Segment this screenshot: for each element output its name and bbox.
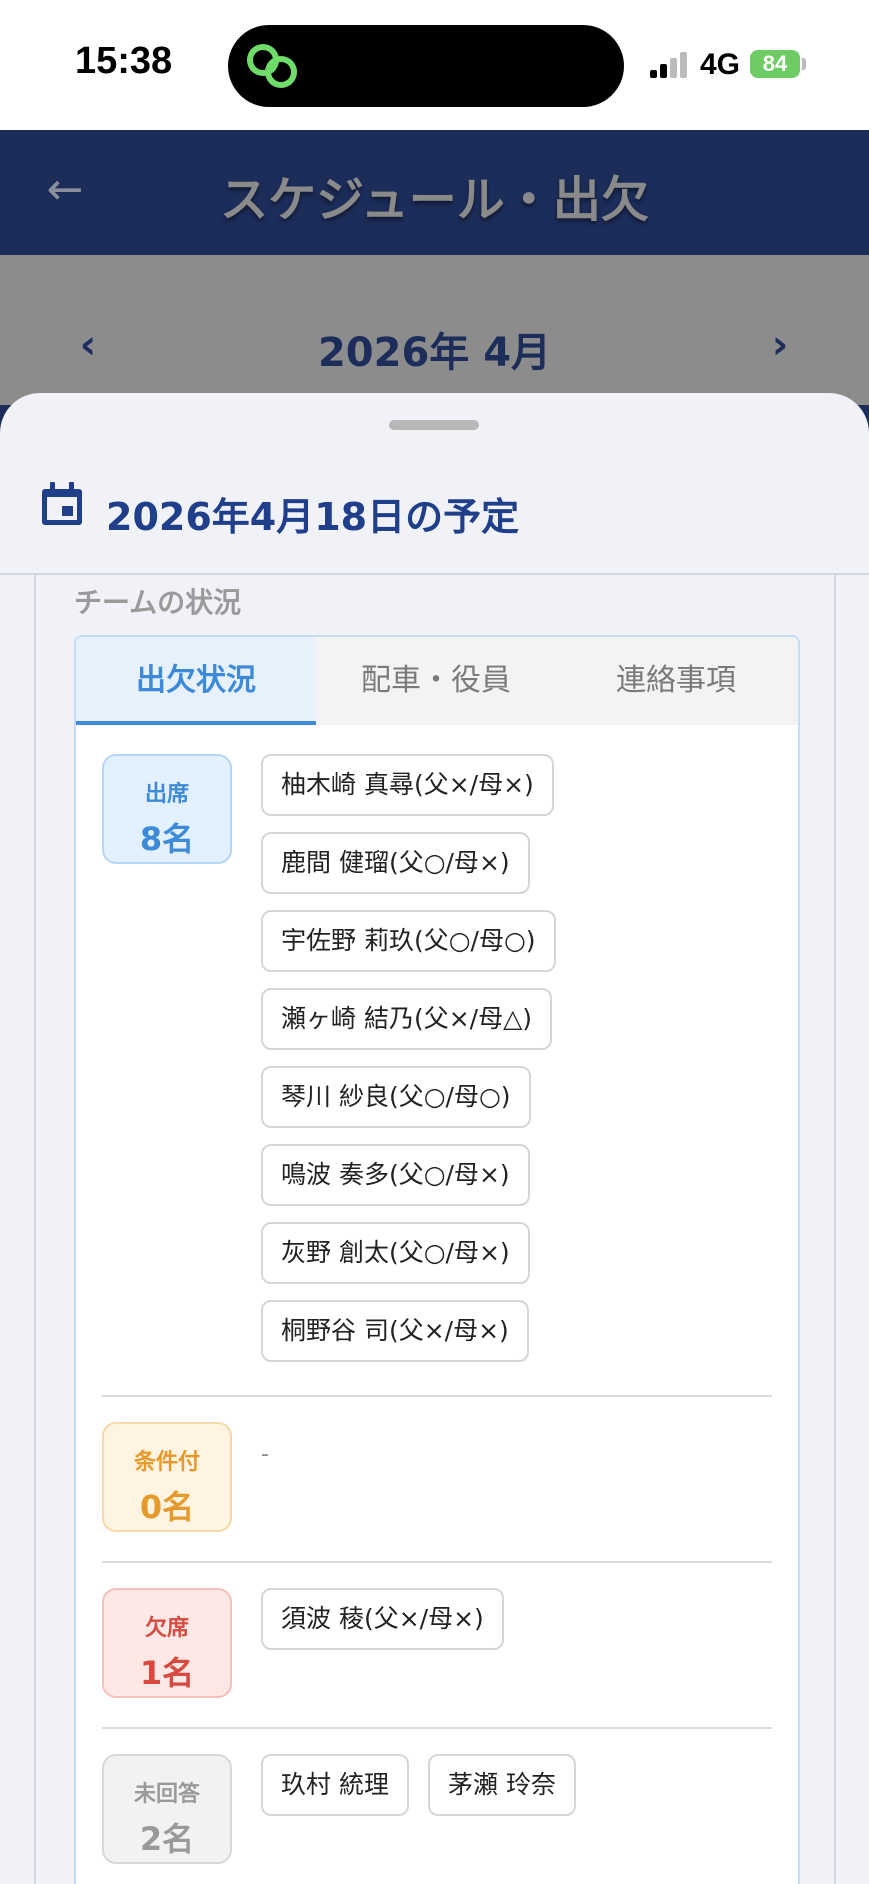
battery-tip — [802, 58, 806, 70]
bottom-sheet: 2026年4月18日の予定 チームの状況 出欠状況 配車・役員 連絡事項 出席 … — [0, 393, 869, 1884]
status-panel: 出欠状況 配車・役員 連絡事項 出席 8名 柚木崎 真尋(父×/母×) 鹿間 健… — [74, 635, 800, 1884]
app-header: ← スケジュール・出欠 — [0, 130, 869, 255]
member-chip[interactable]: 桐野谷 司(父×/母×) — [261, 1300, 529, 1362]
signal-icon — [650, 50, 692, 78]
conditional-count: 0名 — [139, 1488, 195, 1526]
noreply-badge: 未回答 2名 — [102, 1754, 232, 1864]
status-bar: 15:38 4G 84 — [0, 0, 869, 130]
divider — [102, 1395, 772, 1397]
link-app-icon — [247, 44, 297, 88]
noreply-label: 未回答 — [133, 1782, 200, 1807]
tab-bar: 出欠状況 配車・役員 連絡事項 — [76, 637, 798, 725]
tab-attendance[interactable]: 出欠状況 — [76, 637, 316, 725]
noreply-count: 2名 — [139, 1820, 195, 1858]
month-label: 2026年 4月 — [317, 330, 552, 376]
absent-label: 欠席 — [144, 1616, 189, 1641]
sheet-header: 2026年4月18日の予定 — [0, 448, 869, 575]
attend-label: 出席 — [144, 782, 189, 807]
attend-count: 8名 — [139, 820, 195, 858]
empty-indicator: - — [261, 1442, 269, 1467]
schedule-date-title: 2026年4月18日の予定 — [106, 495, 520, 539]
member-chip[interactable]: 宇佐野 莉玖(父○/母○) — [261, 910, 556, 972]
tab-notices[interactable]: 連絡事項 — [556, 637, 796, 725]
network-label: 4G — [700, 48, 741, 81]
team-status-label: チームの状況 — [74, 586, 242, 619]
sheet-grabber[interactable] — [389, 420, 479, 430]
member-chip[interactable]: 玖村 統理 — [261, 1754, 409, 1816]
month-navigator: ‹ 2026年 4月 › — [0, 255, 869, 405]
conditional-label: 条件付 — [133, 1450, 200, 1475]
member-chip[interactable]: 琴川 紗良(父○/母○) — [261, 1066, 531, 1128]
battery-icon: 84 — [750, 50, 800, 78]
tab-carpool-roles[interactable]: 配車・役員 — [316, 637, 556, 725]
status-time: 15:38 — [75, 40, 173, 82]
attend-badge: 出席 8名 — [102, 754, 232, 864]
team-status-card: チームの状況 出欠状況 配車・役員 連絡事項 出席 8名 柚木崎 真尋(父×/母… — [34, 575, 836, 1884]
calendar-icon — [42, 482, 82, 525]
member-chip[interactable]: 瀬ヶ崎 結乃(父×/母△) — [261, 988, 553, 1050]
member-chip[interactable]: 茅瀬 玲奈 — [428, 1754, 576, 1816]
dynamic-island — [228, 25, 624, 107]
page-title: スケジュール・出欠 — [220, 172, 649, 228]
member-chip[interactable]: 須波 稜(父×/母×) — [261, 1588, 504, 1650]
divider — [102, 1727, 772, 1729]
member-chip[interactable]: 鹿間 健瑠(父○/母×) — [261, 832, 530, 894]
member-chip[interactable]: 鳴波 奏多(父○/母×) — [261, 1144, 530, 1206]
absent-badge: 欠席 1名 — [102, 1588, 232, 1698]
member-chip[interactable]: 柚木崎 真尋(父×/母×) — [261, 754, 554, 816]
conditional-badge: 条件付 0名 — [102, 1422, 232, 1532]
absent-count: 1名 — [139, 1654, 195, 1692]
member-chip[interactable]: 灰野 創太(父○/母×) — [261, 1222, 530, 1284]
chevron-right-icon[interactable]: › — [750, 315, 810, 375]
divider — [102, 1561, 772, 1563]
